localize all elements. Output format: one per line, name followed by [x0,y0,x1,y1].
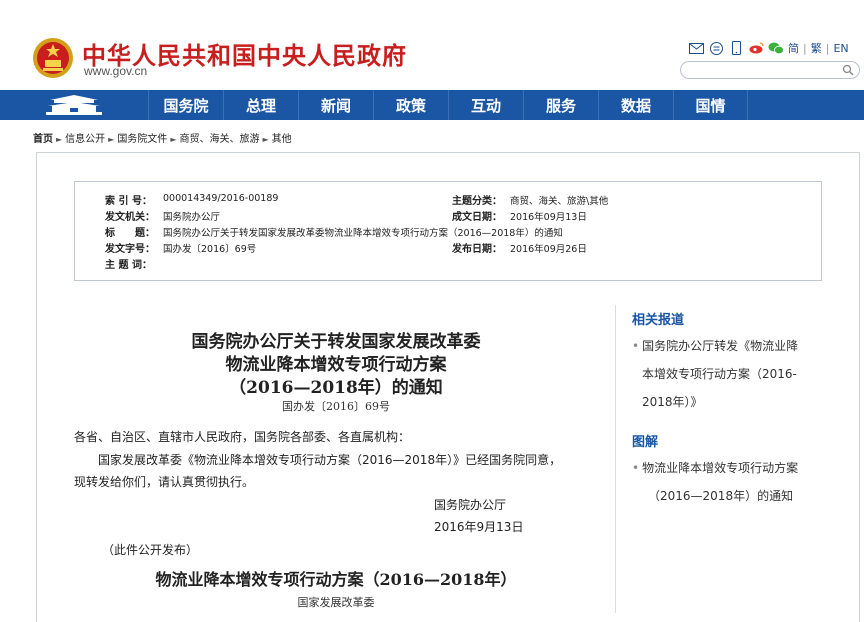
breadcrumb-item[interactable]: 商贸、海关、旅游 [179,134,259,145]
top-toolbar: 简 | 繁 | EN [688,40,849,56]
nav-item-shuju[interactable]: 数据 [598,90,673,120]
sidebar-related-text[interactable]: 本增效专项行动方案（2016- [642,360,797,388]
chevron-right-icon: ► [56,135,63,144]
breadcrumb-item[interactable]: 信息公开 [65,134,105,145]
sidebar-related-link[interactable]: • 国务院办公厅转发《物流业降 [632,332,798,360]
sidebar-heading-related: 相关报道 [632,313,685,328]
national-emblem-icon[interactable] [31,36,75,80]
chevron-right-icon: ► [170,135,177,144]
lang-traditional-link[interactable]: 繁 [811,40,822,56]
attachment-org: 国家发展改革委 [297,596,375,609]
sidebar-related-text[interactable]: 2018年）》 [642,388,703,416]
meta-label: 成文日期： [452,212,502,223]
lang-english-link[interactable]: EN [833,42,848,55]
sidebar-related-text[interactable]: 国务院办公厅转发《物流业降 [642,339,798,353]
article-sign-org: 国务院办公厅 [434,498,507,512]
article-paragraph: 现转发给你们，请认真贯彻执行。 [74,475,255,489]
wechat-icon[interactable] [768,41,784,55]
meta-title-value: 国务院办公厅关于转发国家发展改革委物流业降本增效专项行动方案（2016—2018… [163,228,563,239]
bullet-icon: • [632,339,640,353]
lang-simplified-link[interactable]: 简 [788,40,799,56]
nav-item-zhengce[interactable]: 政策 [373,90,448,120]
document-metadata-table: 索 引 号： 000014349/2016-00189 主题分类： 商贸、海关、… [74,181,822,281]
meta-label: 发文字号： [105,244,155,255]
meta-label: 标 题： [105,228,155,239]
breadcrumb: 首页 ► 信息公开 ► 国务院文件 ► 商贸、海关、旅游 ► 其他 [33,130,292,145]
meta-docno-value: 国办发〔2016〕69号 [163,244,257,255]
bullet-icon: • [632,461,640,475]
meta-label: 发布日期： [452,244,502,255]
site-header: 中华人民共和国中央人民政府 www.gov.cn 简 | 繁 | EN [0,0,864,90]
mail-icon[interactable] [688,41,704,55]
nav-item-hudong[interactable]: 互动 [448,90,523,120]
nav-item-xinwen[interactable]: 新闻 [298,90,373,120]
nav-item-zongli[interactable]: 总理 [223,90,298,120]
meta-created-value: 2016年09月13日 [510,212,587,223]
breadcrumb-item[interactable]: 国务院文件 [117,134,167,145]
subscribe-icon[interactable] [708,41,724,55]
meta-index-value: 000014349/2016-00189 [163,193,279,204]
breadcrumb-home[interactable]: 首页 [33,134,53,145]
article-title-line: 国务院办公厅关于转发国家发展改革委 [191,332,481,352]
mobile-icon[interactable] [728,41,744,55]
tiananmen-icon [46,95,102,115]
chevron-right-icon: ► [262,135,269,144]
meta-label: 索 引 号： [105,196,152,207]
meta-published-value: 2016年09月26日 [510,244,587,255]
meta-label: 发文机关： [105,212,155,223]
attachment-title: 物流业降本增效专项行动方案（2016—2018年） [155,570,517,589]
chevron-right-icon: ► [108,135,115,144]
main-nav: 国务院 总理 新闻 政策 互动 服务 数据 国情 [0,90,864,120]
breadcrumb-item[interactable]: 其他 [272,134,292,145]
nav-item-fuwu[interactable]: 服务 [523,90,598,120]
article-publish-note: （此件公开发布） [102,543,199,557]
lang-separator: | [803,41,807,55]
meta-label: 主题分类： [452,196,502,207]
site-domain: www.gov.cn [84,64,148,78]
sidebar-divider [615,305,616,613]
nav-item-guoqing[interactable]: 国情 [673,90,748,120]
article-salutation: 各省、自治区、直辖市人民政府，国务院各部委、各直属机构： [74,430,411,444]
sidebar-graphic-link[interactable]: • 物流业降本增效专项行动方案 [632,454,798,482]
article-paragraph: 国家发展改革委《物流业降本增效专项行动方案（2016—2018年）》已经国务院同… [98,453,562,467]
sidebar-graphic-text[interactable]: （2016—2018年）的通知 [648,482,793,510]
sidebar-graphic-text[interactable]: 物流业降本增效专项行动方案 [642,461,798,475]
search-input[interactable] [680,61,860,79]
nav-home[interactable] [0,90,148,120]
article-sign-date: 2016年9月13日 [434,520,524,534]
weibo-icon[interactable] [748,41,764,55]
meta-issuer-value: 国务院办公厅 [163,212,221,223]
nav-item-guowuyuan[interactable]: 国务院 [148,90,223,120]
article-docno: 国办发〔2016〕69号 [282,400,390,413]
article-title-line: 物流业降本增效专项行动方案 [225,355,447,375]
sidebar-heading-graphic: 图解 [632,435,659,450]
lang-separator: | [825,41,830,55]
meta-label: 主 题 词： [105,260,152,271]
meta-category-value: 商贸、海关、旅游\其他 [510,196,609,207]
search-icon[interactable] [842,64,854,76]
article-title-line: （2016—2018年）的通知 [229,378,443,398]
